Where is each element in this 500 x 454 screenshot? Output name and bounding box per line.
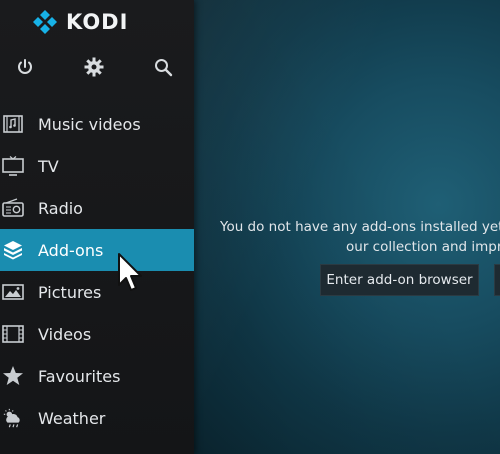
gear-icon[interactable] (82, 55, 106, 79)
tv-icon (2, 155, 24, 177)
menu-item-label: Radio (38, 198, 83, 218)
pictures-icon (2, 281, 24, 303)
menu-item-label: Favourites (38, 366, 121, 386)
film-icon (2, 323, 24, 345)
empty-addons-message: You do not have any add-ons installed ye… (220, 217, 500, 257)
enter-addon-browser-button[interactable]: Enter add-on browser (320, 264, 479, 296)
message-line-1: You do not have any add-ons installed ye… (220, 219, 500, 235)
secondary-button-partial[interactable] (494, 264, 500, 296)
menu-item-label: Music videos (38, 114, 141, 134)
menu-item-addons[interactable]: Add-ons (0, 229, 194, 271)
menu-item-tv[interactable]: TV (0, 145, 194, 187)
app-title: KODI (66, 10, 129, 34)
message-line-2: our collection and impr (346, 239, 500, 255)
menu-item-label: Weather (38, 408, 106, 428)
menu-item-label: Pictures (38, 282, 102, 302)
addons-box-icon (2, 239, 24, 261)
music-video-icon (2, 113, 24, 135)
main-panel: You do not have any add-ons installed ye… (194, 0, 500, 454)
kodi-logo-icon (33, 10, 57, 34)
radio-icon (2, 197, 24, 219)
menu-item-music-videos[interactable]: Music videos (0, 103, 194, 145)
top-icon-bar (0, 55, 194, 81)
weather-icon (2, 407, 24, 429)
menu-item-label: Videos (38, 324, 92, 344)
power-icon[interactable] (13, 55, 37, 79)
menu-item-label: Add-ons (38, 240, 104, 260)
search-icon[interactable] (151, 55, 175, 79)
menu-item-weather[interactable]: Weather (0, 397, 194, 439)
menu-item-radio[interactable]: Radio (0, 187, 194, 229)
sidebar: KODI Music videos TV Radio Add-ons Pictu… (0, 0, 194, 454)
menu-item-pictures[interactable]: Pictures (0, 271, 194, 313)
menu-item-favourites[interactable]: Favourites (0, 355, 194, 397)
kodi-logo: KODI (32, 8, 128, 36)
menu-item-label: TV (38, 156, 59, 176)
star-icon (2, 365, 24, 387)
menu-item-videos[interactable]: Videos (0, 313, 194, 355)
